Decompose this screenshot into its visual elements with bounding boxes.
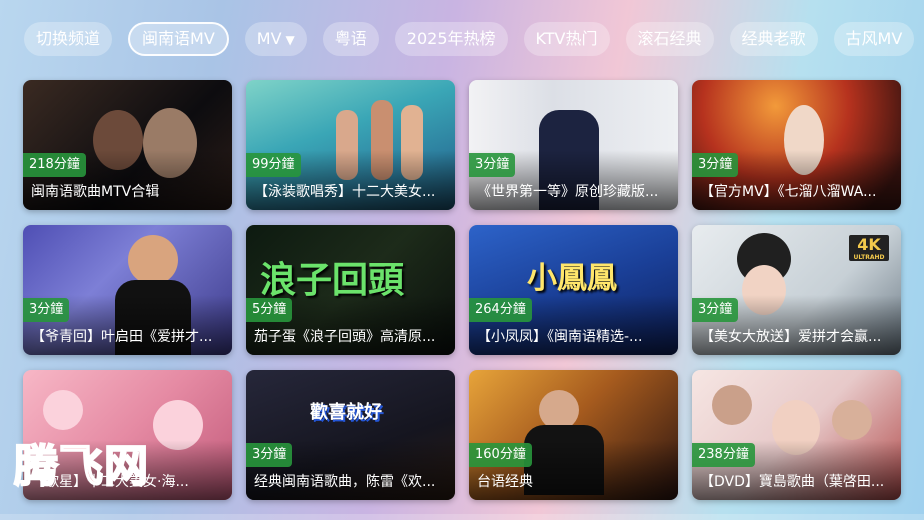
duration-badge: 3分鐘: [23, 298, 70, 322]
video-card[interactable]: 小鳳鳳 264分鐘 【小凤凤】《闽南语精选-...: [469, 225, 678, 355]
video-title: 【爷青回】叶启田《爱拼才...: [31, 329, 213, 345]
video-card[interactable]: 160分鐘 台语经典: [469, 370, 678, 500]
category-chip-dropdown[interactable]: MV ▼: [244, 22, 307, 56]
chip-label: MV: [256, 29, 282, 48]
video-card[interactable]: 4K ULTRAHD 3分鐘 【美女大放送】爱拼才会赢...: [692, 225, 901, 355]
duration-badge: 3分鐘: [692, 153, 739, 177]
video-card[interactable]: 218分鐘 闽南语歌曲MTV合辑: [23, 80, 232, 210]
duration-badge: 3分鐘: [469, 153, 516, 177]
video-title: 闽南语歌曲MTV合辑: [31, 184, 160, 200]
category-chip[interactable]: 切换频道: [24, 22, 113, 56]
category-chip[interactable]: 经典老歌: [729, 22, 818, 56]
duration-badge: 160分鐘: [469, 443, 532, 467]
video-card[interactable]: 238分鐘 【DVD】寶島歌曲（葉啓田...: [692, 370, 901, 500]
category-bar: 切换频道 闽南语MV MV ▼ 粤语 2025年热榜 KTV热门 滚石经典 经典老…: [24, 22, 915, 56]
video-card[interactable]: 歡喜就好 3分鐘 经典闽南语歌曲，陈雷《欢...: [246, 370, 455, 500]
video-card[interactable]: 3分鐘 【爷青回】叶启田《爱拼才...: [23, 225, 232, 355]
duration-badge: 238分鐘: [692, 443, 755, 467]
4k-badge: 4K ULTRAHD: [849, 235, 889, 261]
video-title: 【泳装歌唱秀】十二大美女...: [254, 184, 436, 200]
video-card[interactable]: 3分鐘 《世界第一等》原创珍藏版...: [469, 80, 678, 210]
category-chip[interactable]: KTV热门: [523, 22, 610, 56]
video-title: 【美女大放送】爱拼才会赢...: [700, 329, 882, 345]
video-title: 【DVD】寶島歌曲（葉啓田...: [700, 474, 885, 490]
video-title: 经典闽南语歌曲，陈雷《欢...: [254, 474, 436, 490]
thumbnail-text: 小鳳鳳: [527, 261, 617, 296]
next-row-peek: [0, 514, 924, 520]
duration-badge: 3分鐘: [692, 298, 739, 322]
badge-text: 4K: [857, 235, 881, 254]
category-chip-active[interactable]: 闽南语MV: [128, 22, 229, 56]
badge-subtext: ULTRAHD: [853, 254, 885, 261]
category-chip[interactable]: 粤语: [322, 22, 379, 56]
category-chip[interactable]: 2025年热榜: [394, 22, 508, 56]
duration-badge: 5分鐘: [246, 298, 293, 322]
video-title: 茄子蛋《浪子回頭》高清原...: [254, 329, 436, 345]
video-title: 《世界第一等》原创珍藏版...: [477, 184, 659, 200]
duration-badge: 264分鐘: [469, 298, 532, 322]
site-watermark: 腾飞网: [13, 440, 149, 493]
video-card[interactable]: 99分鐘 【泳装歌唱秀】十二大美女...: [246, 80, 455, 210]
video-title: 【官方MV】《七溜八溜WA...: [700, 184, 877, 200]
duration-badge: 218分鐘: [23, 153, 86, 177]
duration-badge: 3分鐘: [246, 443, 293, 467]
category-chip[interactable]: 滚石经典: [625, 22, 714, 56]
video-card[interactable]: 浪子回頭 5分鐘 茄子蛋《浪子回頭》高清原...: [246, 225, 455, 355]
category-chip[interactable]: 古风MV: [833, 22, 915, 56]
dropdown-caret-icon: ▼: [285, 33, 295, 47]
video-card[interactable]: 3分鐘 【官方MV】《七溜八溜WA...: [692, 80, 901, 210]
thumbnail-text: 歡喜就好: [310, 402, 382, 423]
video-title: 台语经典: [477, 474, 533, 490]
duration-badge: 99分鐘: [246, 153, 301, 177]
video-title: 【小凤凤】《闽南语精选-...: [477, 329, 643, 345]
